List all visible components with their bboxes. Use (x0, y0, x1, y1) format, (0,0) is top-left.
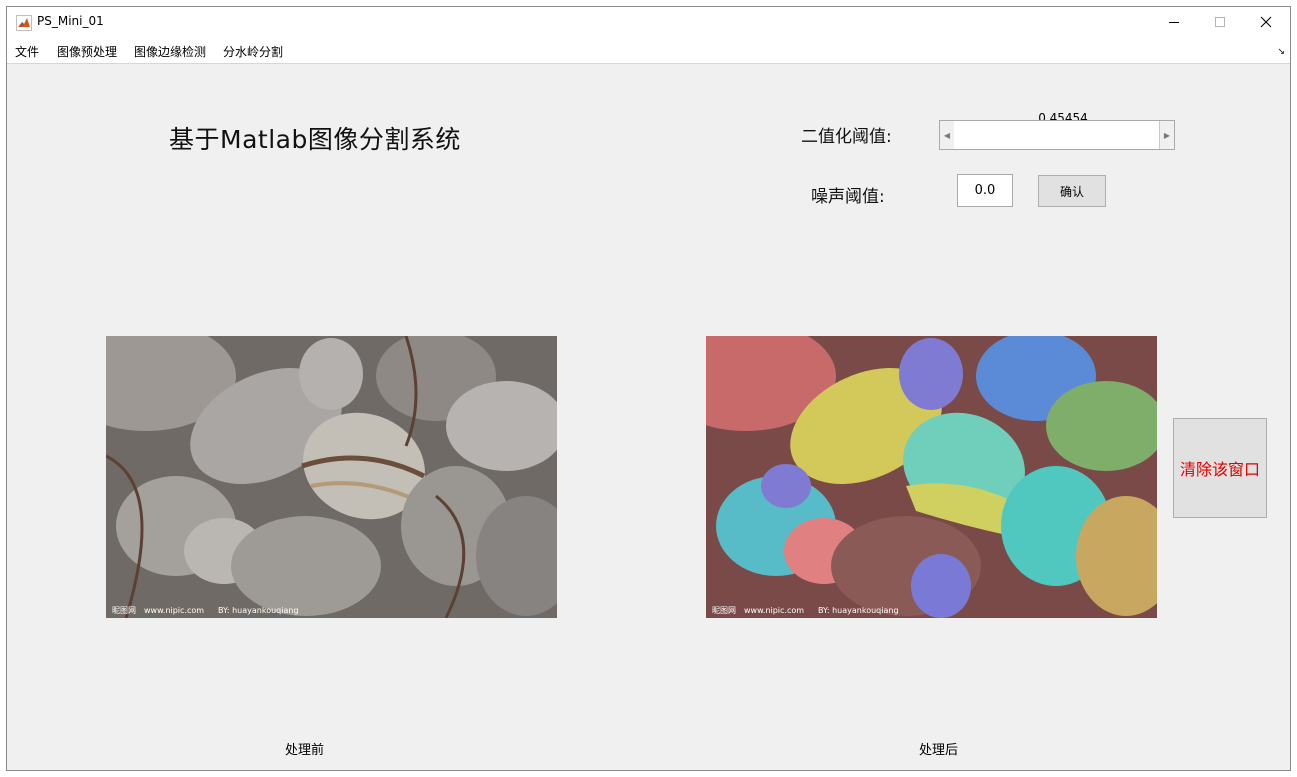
confirm-button[interactable]: 确认 (1038, 175, 1106, 207)
original-image: 昵图网 www.nipic.com BY: huayankouqiang (106, 336, 557, 618)
slider-right-arrow-icon[interactable]: ▶ (1159, 121, 1174, 149)
menu-bar: 文件 图像预处理 图像边缘检测 分水岭分割 ↘ (7, 37, 1290, 64)
title-bar[interactable]: PS_Mini_01 (7, 7, 1290, 37)
slider-left-arrow-icon[interactable]: ◀ (940, 121, 955, 149)
app-window: PS_Mini_01 文件 图像预处理 图像边缘检测 分水岭分割 ↘ 基于Mat… (6, 6, 1291, 771)
watermark-author: BY: huayankouqiang (218, 606, 299, 615)
figure-panel: 基于Matlab图像分割系统 二值化阈值: 0.45454 ◀ ▶ 噪声阈值: … (7, 64, 1290, 770)
close-icon (1260, 16, 1272, 28)
page-title: 基于Matlab图像分割系统 (169, 125, 461, 154)
watermark-site-2: www.nipic.com (744, 606, 804, 615)
watermark-site: www.nipic.com (144, 606, 204, 615)
segmented-image: 昵图网 www.nipic.com BY: huayankouqiang (706, 336, 1157, 618)
menu-file[interactable]: 文件 (15, 43, 39, 60)
slider-track[interactable] (954, 121, 1160, 149)
menu-watershed[interactable]: 分水岭分割 (223, 43, 283, 60)
maximize-icon (1215, 17, 1225, 27)
binarize-threshold-slider[interactable]: ◀ ▶ (939, 120, 1175, 150)
minimize-icon (1169, 22, 1179, 23)
after-caption: 处理后 (919, 743, 959, 758)
window-title: PS_Mini_01 (37, 14, 104, 28)
before-caption: 处理前 (285, 743, 325, 758)
watermark-author-2: BY: huayankouqiang (818, 606, 899, 615)
watermark-logo: 昵图网 (112, 606, 136, 615)
close-button[interactable] (1243, 7, 1289, 37)
menu-preprocess[interactable]: 图像预处理 (57, 43, 117, 60)
toolbar-toggle-icon[interactable]: ↘ (1277, 47, 1285, 57)
maximize-button[interactable] (1197, 7, 1243, 37)
binarize-threshold-label: 二值化阈值: (801, 127, 892, 147)
menu-edge-detection[interactable]: 图像边缘检测 (134, 43, 206, 60)
watermark-logo-2: 昵图网 (712, 606, 736, 615)
minimize-button[interactable] (1151, 7, 1197, 37)
matlab-app-icon (16, 15, 32, 31)
noise-threshold-input[interactable] (957, 174, 1013, 207)
noise-threshold-label: 噪声阈值: (811, 187, 885, 207)
clear-window-button[interactable]: 清除该窗口 (1173, 418, 1267, 518)
